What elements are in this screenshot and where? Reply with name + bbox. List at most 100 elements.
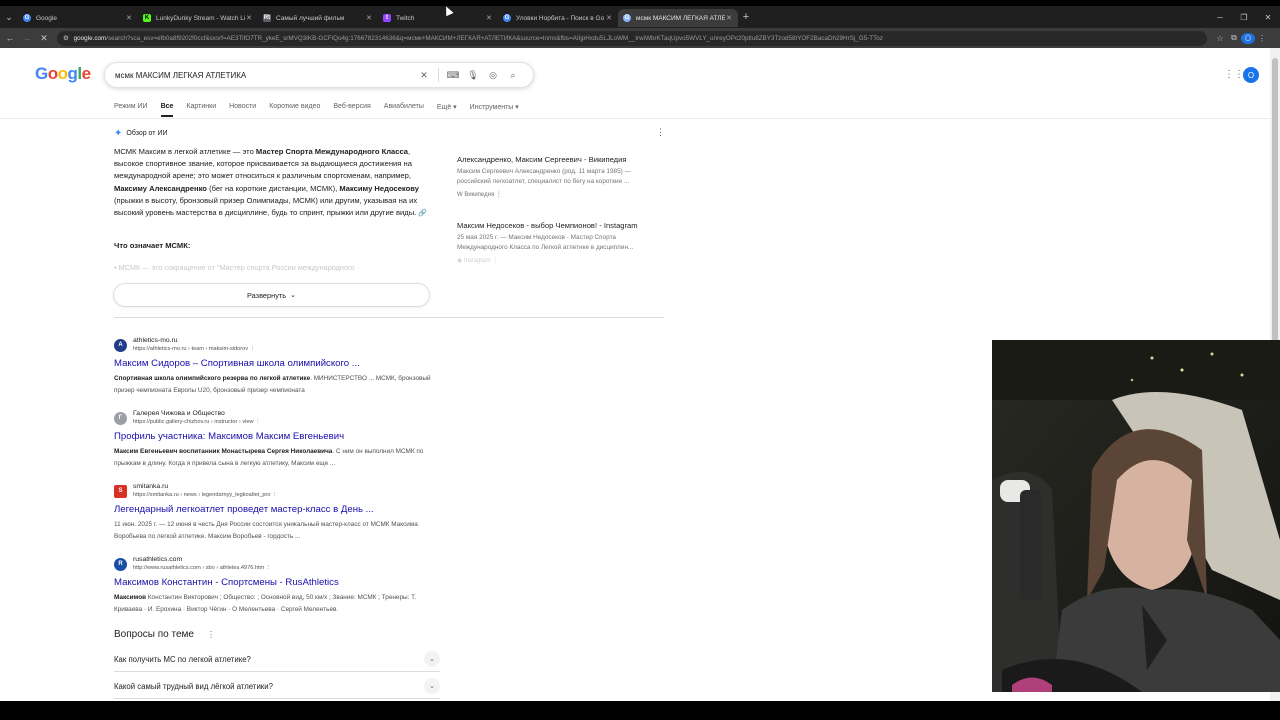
tab-current-search[interactable]: G мсмк МАКСИМ ЛЕГКАЯ АТЛЕТ ✕: [618, 9, 738, 27]
close-icon[interactable]: ✕: [605, 14, 613, 22]
site-info-icon[interactable]: ⚙: [63, 35, 69, 42]
result-url: http://www.rusathletics.com › sbo › athl…: [133, 565, 272, 571]
expand-label: Развернуть: [246, 290, 287, 300]
tab-title: Уловки Норбита - Поиск в Go: [516, 14, 605, 22]
close-icon[interactable]: ✕: [125, 14, 133, 22]
filter-flights[interactable]: Авиабилеты: [384, 103, 424, 117]
divider: [114, 317, 664, 318]
search-box[interactable]: мсмк МАКСИМ ЛЕГКАЯ АТЛЕТИКА ✕ ⌨ 🎙 ◎ ⌕: [104, 62, 534, 88]
ai-source-card[interactable]: Максим Недосеков - выбор Чемпионов! - In…: [457, 221, 662, 264]
account-avatar[interactable]: O: [1243, 67, 1259, 83]
filter-tools[interactable]: Инструменты ▾: [470, 103, 519, 117]
result-snippet: Спортивная школа олимпийского резерва по…: [114, 373, 444, 396]
close-icon[interactable]: ✕: [725, 14, 733, 22]
chevron-down-icon[interactable]: ⌄: [424, 678, 440, 694]
ai-question: Что означает МСМК:: [114, 241, 191, 250]
minimize-icon[interactable]: ─: [1208, 13, 1232, 22]
related-question[interactable]: Как получить МС по легкой атлетике? ⌄: [114, 651, 440, 667]
address-bar[interactable]: ⚙ google.com/search?sca_esv=efb0a8f9202f…: [57, 30, 1207, 46]
tab-google[interactable]: G Google ✕: [18, 9, 138, 27]
microphone-icon[interactable]: 🎙: [463, 70, 483, 81]
source-site-name: Википедия: [464, 191, 495, 198]
tab-film[interactable]: Rt Самый лучший фильм ✕: [258, 9, 378, 27]
result-url: https://public.gallery-chizhov.ru › inst…: [133, 419, 261, 425]
result-site-name: Галерея Чижова и Общество: [133, 410, 225, 417]
snippet-bold: Максим Евгеньевич воспитанник Монастырев…: [114, 448, 333, 455]
clear-icon[interactable]: ✕: [414, 70, 434, 81]
ai-source-card[interactable]: Александренко, Максим Сергеевич - Википе…: [457, 155, 662, 198]
lens-icon[interactable]: ◎: [483, 70, 503, 81]
divider: [0, 118, 1270, 119]
source-snippet: 25 мая 2025 г. — Максим Недосеков - Маст…: [457, 234, 634, 251]
result-url-text: https://smitanka.ru › news › legendarnyy…: [133, 492, 271, 498]
result-title-link[interactable]: Легендарный легкоатлет проведет мастер-к…: [114, 504, 444, 515]
site-favicon-icon: S: [114, 484, 127, 498]
google-logo[interactable]: Google: [35, 64, 91, 84]
site-favicon-icon: A: [114, 338, 127, 352]
ai-overview-header: ✦ Обзор от ИИ: [114, 128, 168, 139]
result-title-link[interactable]: Максим Сидоров – Спортивная школа олимпи…: [114, 358, 444, 369]
window-close-icon[interactable]: ✕: [1256, 13, 1280, 22]
related-questions-title: Вопросы по теме: [114, 629, 194, 640]
close-icon[interactable]: ✕: [365, 14, 373, 22]
google-favicon-icon: G: [503, 14, 511, 22]
back-icon[interactable]: ←: [3, 33, 17, 43]
search-icon[interactable]: ⌕: [503, 70, 523, 81]
result-url-text: https://public.gallery-chizhov.ru › inst…: [133, 419, 254, 425]
source-title[interactable]: Александренко, Максим Сергеевич - Википе…: [457, 155, 662, 164]
source-title[interactable]: Максим Недосеков - выбор Чемпионов! - In…: [457, 221, 662, 230]
url-path: /search?sca_esv=efb0a8f9202f0ccf&sxsrf=A…: [106, 34, 883, 42]
filter-more[interactable]: Ещё ▾: [437, 103, 457, 117]
more-options-icon[interactable]: ⋮: [207, 630, 215, 639]
forward-icon[interactable]: →: [20, 33, 34, 43]
close-icon[interactable]: ✕: [485, 14, 493, 22]
profile-icon[interactable]: O: [1241, 32, 1255, 44]
ai-bold: Максиму Недосекову: [339, 183, 419, 193]
snippet-text: 11 июн. 2025 г. — 12 июня в честь Дня Ро…: [114, 521, 418, 540]
divider: [438, 68, 439, 82]
tab-title: Twitch: [396, 14, 415, 22]
snippet-bold: Спортивная школа олимпийского резерва по…: [114, 375, 311, 382]
profile-avatar: O: [1241, 32, 1255, 44]
expand-button[interactable]: Развернуть ⌄: [113, 283, 430, 307]
filter-all[interactable]: Все: [160, 103, 174, 117]
source-site: ◉ Instagram ⋮: [457, 257, 499, 264]
keyboard-icon[interactable]: ⌨: [443, 70, 463, 81]
filter-news[interactable]: Новости: [229, 103, 256, 117]
tab-twitch[interactable]: t Twitch ✕: [378, 9, 498, 27]
result-source[interactable]: Г Галерея Чижова и Общество https://publi…: [114, 410, 444, 426]
filter-web[interactable]: Веб-версия: [333, 103, 370, 117]
ai-faded-text: • МСМК — это сокращение от "Мастер спорт…: [114, 263, 355, 272]
close-icon[interactable]: ✕: [245, 14, 253, 22]
tab-norbit-search[interactable]: G Уловки Норбита - Поиск в Go ✕: [498, 9, 618, 27]
result-source[interactable]: A athletics-mo.ru https://athletics-mo.ru…: [114, 337, 444, 353]
stop-loading-icon[interactable]: ✕: [37, 33, 51, 44]
result-title-link[interactable]: Профиль участника: Максимов Максим Евген…: [114, 431, 444, 442]
divider: [114, 698, 440, 699]
scrollbar-thumb[interactable]: [1272, 58, 1278, 358]
menu-icon[interactable]: ⋮: [1255, 34, 1269, 43]
more-options-icon[interactable]: ⋮: [656, 127, 665, 138]
result-source[interactable]: R rusathletics.com http://www.rusathletic…: [114, 556, 444, 572]
filter-ai-mode[interactable]: Режим ИИ: [114, 103, 148, 117]
filter-images[interactable]: Картинки: [186, 103, 216, 117]
extensions-icon[interactable]: ⧉: [1227, 33, 1241, 43]
tab-kick-stream[interactable]: K LunkyDunky Stream - Watch Li ✕: [138, 9, 258, 27]
source-snippet: Максим Сергеевич Александренко (род. 11 …: [457, 168, 631, 185]
result-source[interactable]: S smitanka.ru https://smitanka.ru › news …: [114, 483, 444, 499]
related-question[interactable]: Какой самый трудный вид лёгкой атлетики?…: [114, 678, 440, 694]
bookmark-star-icon[interactable]: ☆: [1213, 34, 1227, 43]
question-text: Как получить МС по легкой атлетике?: [114, 654, 251, 664]
tab-search-icon[interactable]: ⌄: [0, 12, 18, 23]
twitch-favicon-icon: t: [383, 14, 391, 22]
result-title-link[interactable]: Максимов Константин - Спортсмены - RusAt…: [114, 577, 444, 588]
question-text: Какой самый трудный вид лёгкой атлетики?: [114, 681, 273, 691]
maximize-icon[interactable]: ❐: [1232, 13, 1256, 22]
filter-short-videos[interactable]: Короткие видео: [269, 103, 320, 117]
link-icon[interactable]: 🔗: [418, 210, 427, 217]
chevron-down-icon[interactable]: ⌄: [424, 651, 440, 667]
search-input[interactable]: мсмк МАКСИМ ЛЕГКАЯ АТЛЕТИКА: [115, 71, 414, 80]
search-result: Г Галерея Чижова и Общество https://publi…: [114, 410, 444, 469]
tab-strip: ⌄ G Google ✕ K LunkyDunky Stream - Watch…: [0, 6, 1280, 28]
new-tab-icon[interactable]: +: [738, 11, 754, 23]
